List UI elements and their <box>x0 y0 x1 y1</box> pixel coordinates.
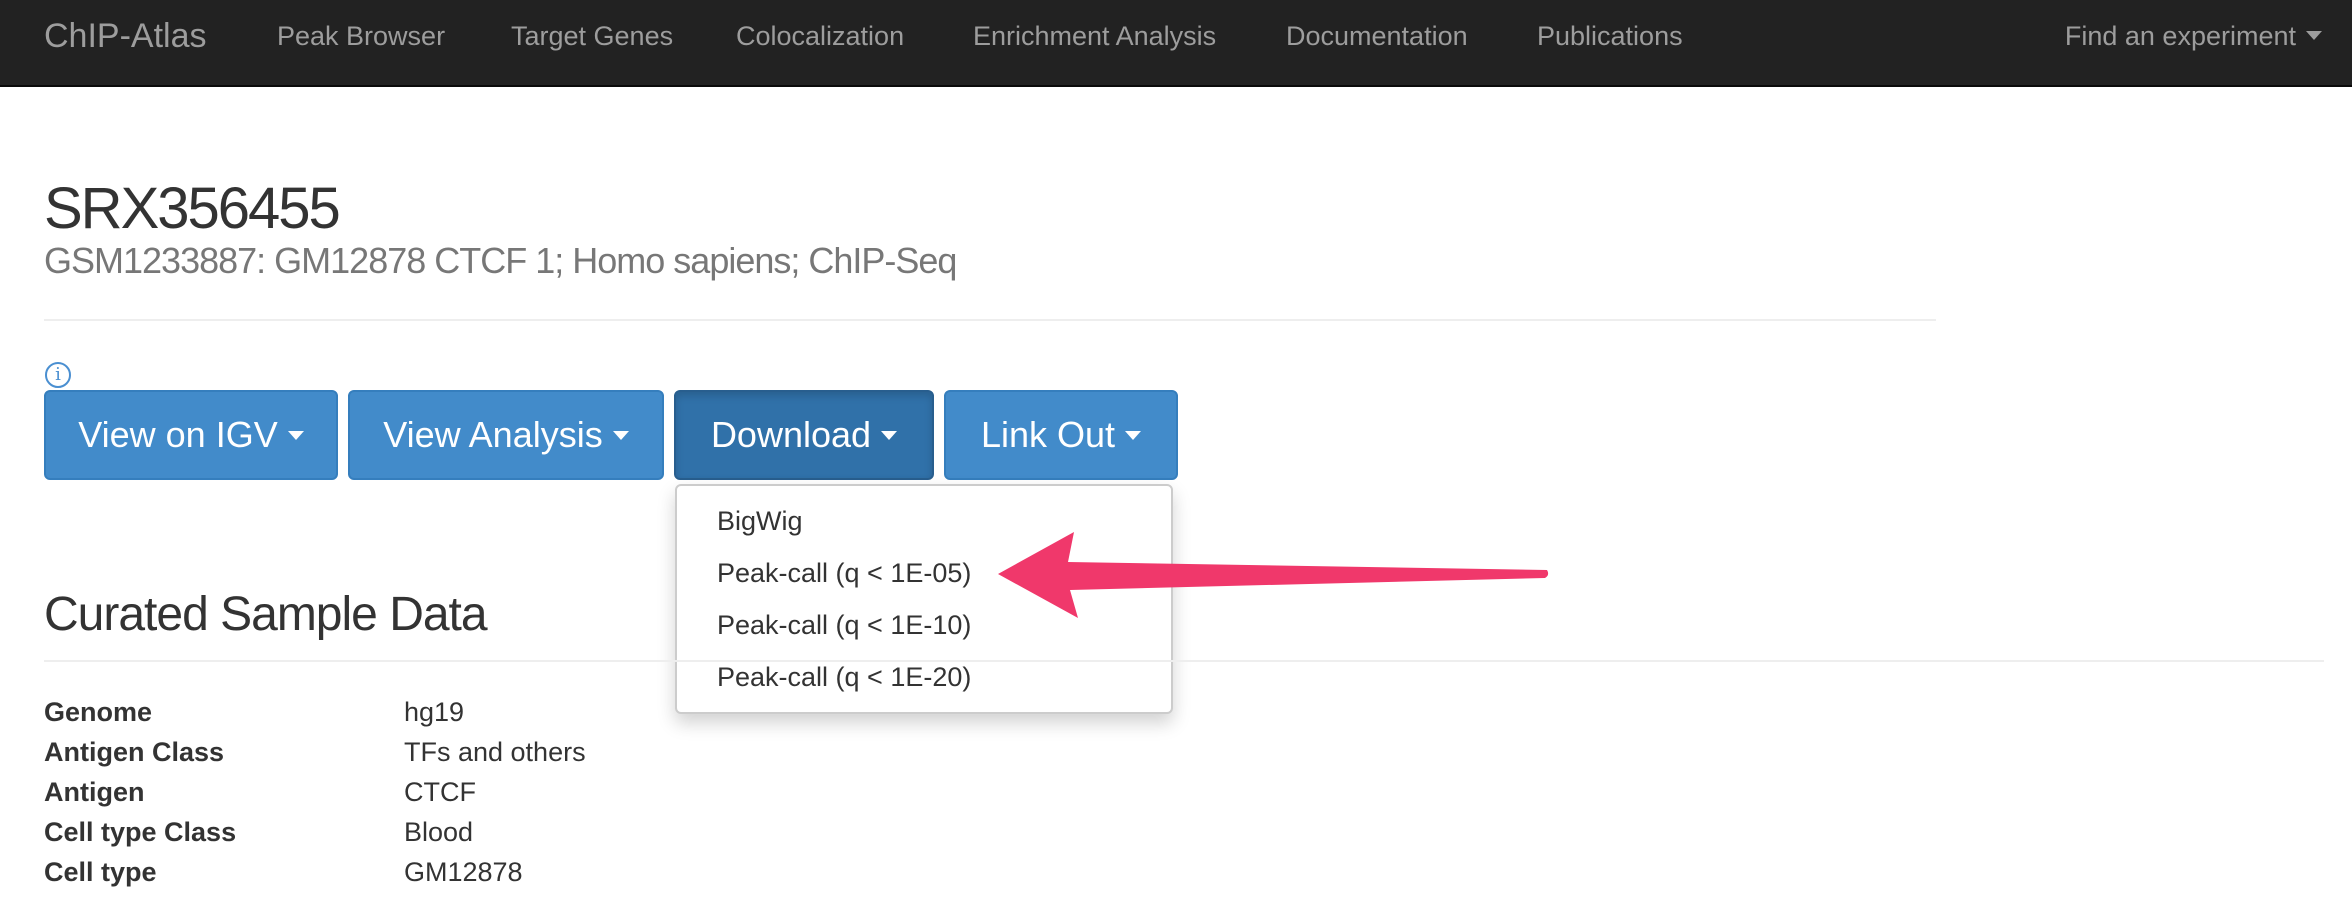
section-divider <box>44 660 2324 662</box>
genome-value: hg19 <box>404 697 465 727</box>
cell-type-class-value: Blood <box>404 817 474 847</box>
view-on-igv-button[interactable]: View on IGV <box>44 390 338 480</box>
experiment-subtitle: GSM1233887: GM12878 CTCF 1; Homo sapiens… <box>44 240 957 281</box>
nav-enrichment-analysis[interactable]: Enrichment Analysis <box>973 0 1216 72</box>
view-on-igv-label: View on IGV <box>78 414 278 455</box>
header-divider <box>44 319 1936 321</box>
antigen-class-value: TFs and others <box>404 737 586 767</box>
antigen-label: Antigen <box>44 777 145 807</box>
find-experiment-dropdown[interactable]: Find an experiment <box>2065 0 2322 72</box>
nav-publications[interactable]: Publications <box>1537 0 1683 72</box>
nav-documentation[interactable]: Documentation <box>1286 0 1468 72</box>
nav-target-genes[interactable]: Target Genes <box>511 0 673 72</box>
download-peak-call-1e05-item[interactable]: Peak-call (q < 1E-05) <box>717 558 971 589</box>
brand-logo-link[interactable]: ChIP-Atlas <box>44 0 207 72</box>
link-out-button[interactable]: Link Out <box>944 390 1178 480</box>
caret-down-icon <box>881 430 898 440</box>
cell-type-label: Cell type <box>44 857 157 887</box>
link-out-label: Link Out <box>980 414 1116 455</box>
caret-down-icon <box>612 430 629 440</box>
nav-colocalization[interactable]: Colocalization <box>736 0 904 72</box>
caret-down-icon <box>1125 430 1142 440</box>
download-dropdown-menu: BigWig Peak-call (q < 1E-05) Peak-call (… <box>675 484 1173 714</box>
top-navbar: ChIP-Atlas Peak Browser Target Genes Col… <box>0 0 2352 87</box>
antigen-value: CTCF <box>404 777 476 807</box>
caret-down-icon <box>287 430 304 440</box>
cell-type-value: GM12878 <box>404 857 523 887</box>
download-bigwig-item[interactable]: BigWig <box>717 506 803 537</box>
download-label: Download <box>710 414 872 455</box>
nav-peak-browser[interactable]: Peak Browser <box>277 0 445 72</box>
find-experiment-label: Find an experiment <box>2064 21 2296 51</box>
genome-label: Genome <box>44 697 153 727</box>
download-button[interactable]: Download <box>674 390 934 480</box>
page-title: SRX356455 <box>44 176 341 241</box>
info-icon[interactable]: i <box>45 362 71 388</box>
antigen-class-label: Antigen Class <box>44 737 225 767</box>
download-peak-call-1e10-item[interactable]: Peak-call (q < 1E-10) <box>717 610 971 641</box>
cell-type-class-label: Cell type Class <box>44 817 237 847</box>
download-peak-call-1e20-item[interactable]: Peak-call (q < 1E-20) <box>717 662 971 693</box>
view-analysis-label: View Analysis <box>383 414 603 455</box>
view-analysis-button[interactable]: View Analysis <box>348 390 664 480</box>
curated-sample-data-heading: Curated Sample Data <box>44 588 488 641</box>
caret-down-icon <box>2306 31 2322 41</box>
